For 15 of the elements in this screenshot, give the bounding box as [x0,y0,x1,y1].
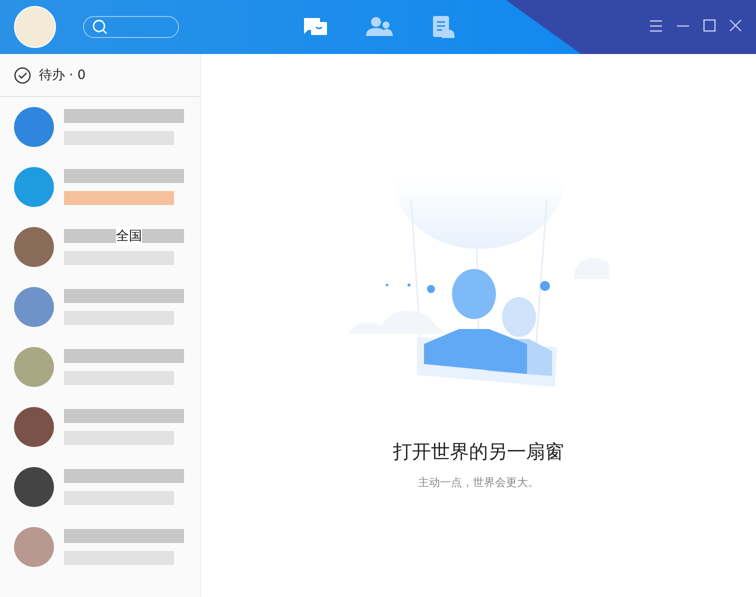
close-icon[interactable] [729,19,742,32]
contact-avatar[interactable] [14,227,54,267]
todo-item[interactable]: 待办 · 0 [0,54,200,97]
search-icon [92,19,108,35]
empty-state-subtitle: 主动一点，世界会更大。 [418,475,539,490]
profile-avatar[interactable] [14,6,56,48]
check-circle-icon [14,66,31,84]
maximize-icon[interactable] [703,19,716,32]
menu-icon[interactable] [649,20,663,32]
contact-avatar[interactable] [14,407,54,447]
empty-state-title: 打开世界的另一扇窗 [393,440,564,465]
contact-avatar[interactable] [14,467,54,507]
message-preview: 全国 [116,227,142,245]
search-field[interactable] [83,16,179,38]
todo-label: 待办 · 0 [39,67,86,84]
